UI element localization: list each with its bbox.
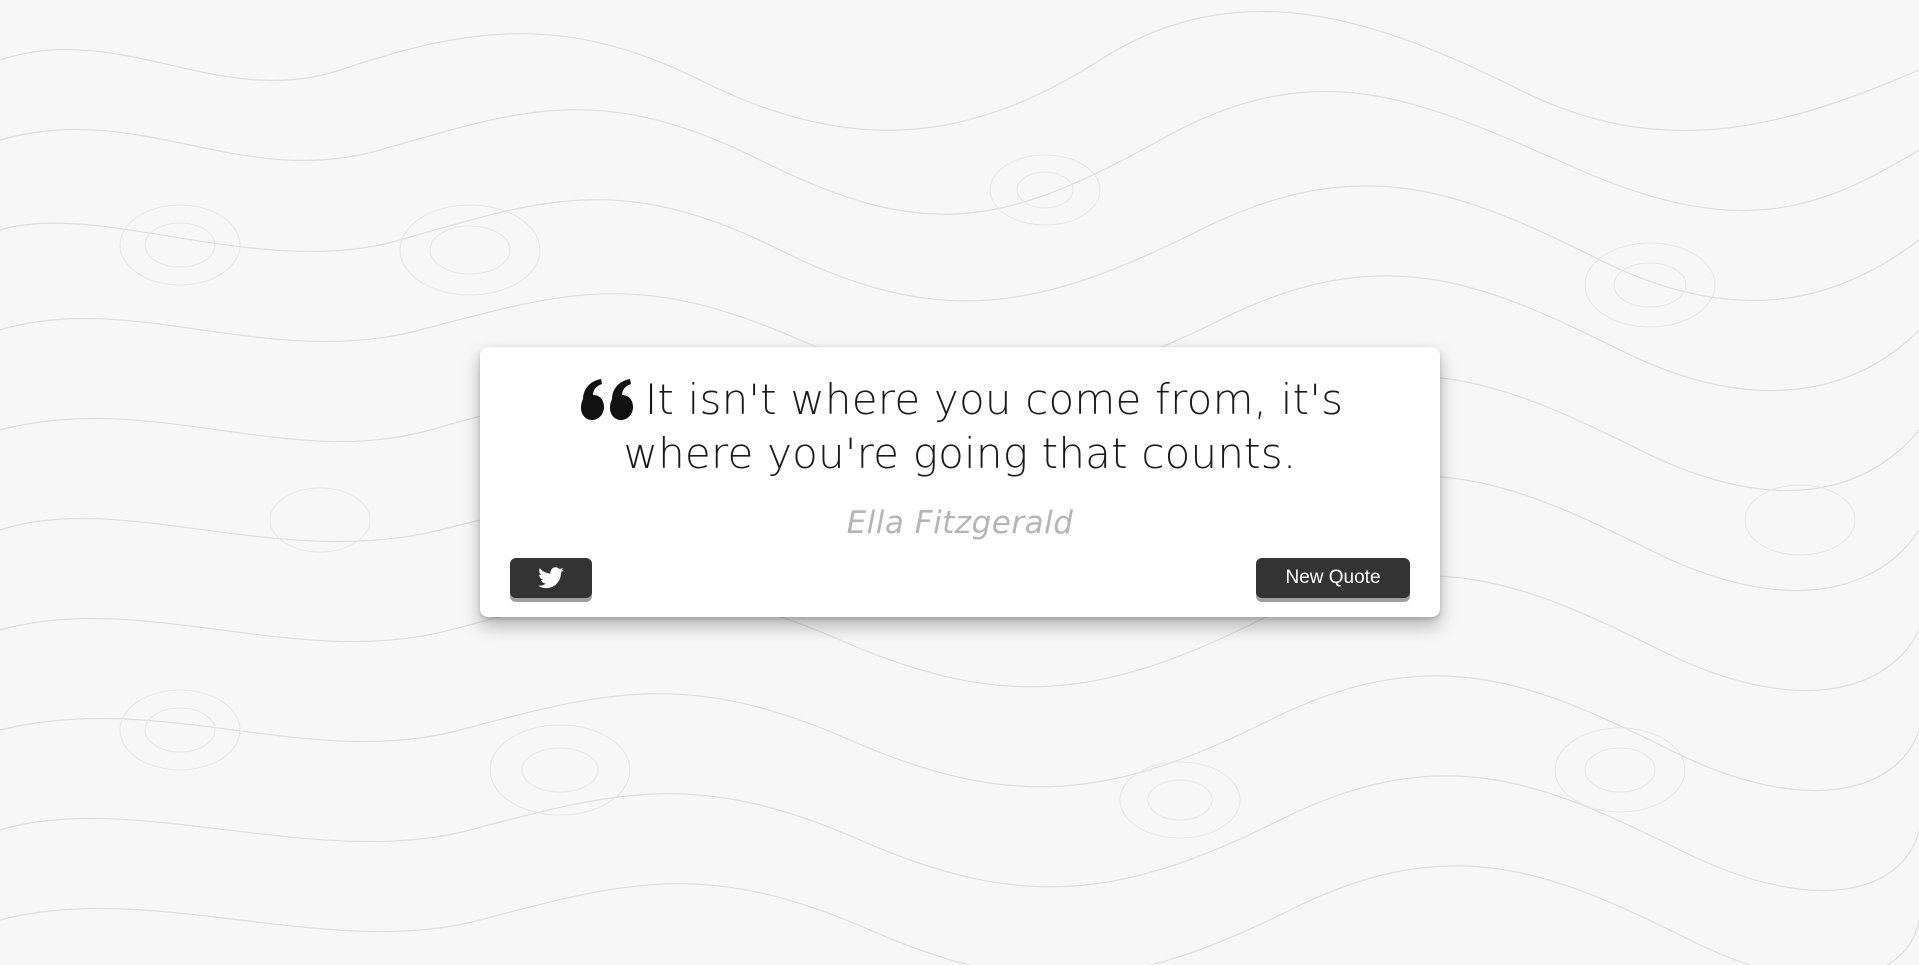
quote-text-block: It isn't where you come from, it's where… — [508, 373, 1412, 481]
quote-card: It isn't where you come from, it's where… — [480, 347, 1440, 617]
quote-left-icon — [580, 379, 633, 420]
tweet-button[interactable] — [510, 558, 592, 598]
new-quote-button[interactable]: New Quote — [1256, 558, 1410, 598]
quote-author: Ella Fitzgerald — [846, 505, 1074, 541]
twitter-icon — [538, 567, 564, 589]
quote-text: It isn't where you come from, it's where… — [623, 375, 1344, 478]
